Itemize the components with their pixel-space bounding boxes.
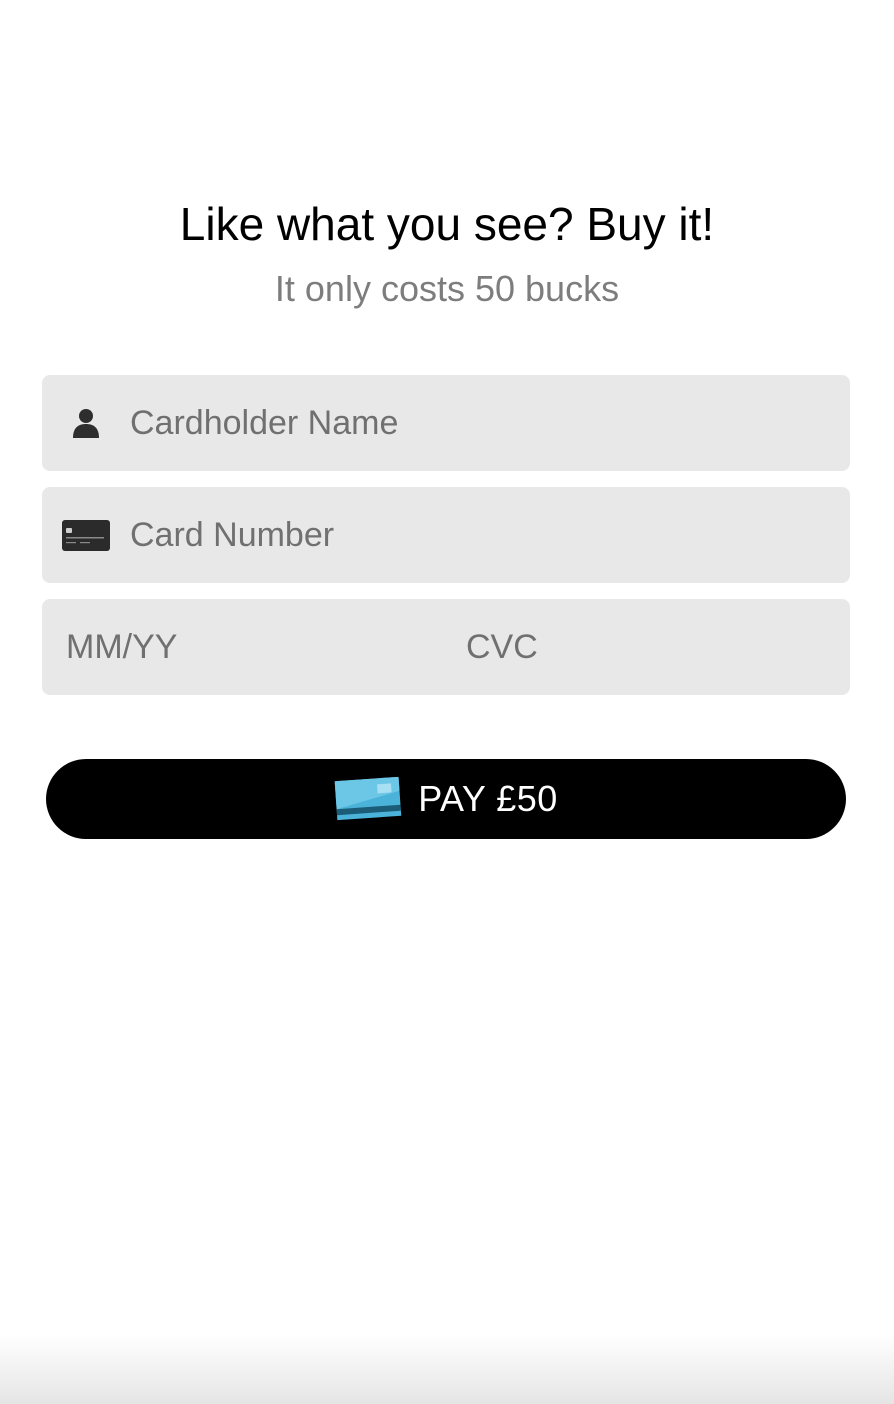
checkout-page: Like what you see? Buy it! It only costs… [0,0,894,1404]
credit-card-icon [334,776,402,821]
page-subtitle: It only costs 50 bucks [274,268,620,309]
cardholder-name-field[interactable] [42,375,850,471]
pay-button[interactable]: PAY £50 [46,759,846,839]
card-number-field[interactable] [42,487,850,583]
credit-card-icon [62,520,110,551]
cvc-input[interactable] [466,599,826,695]
bottom-shadow [0,1334,894,1404]
pay-button-label: PAY £50 [418,778,558,819]
expiry-cvc-field [42,599,850,695]
page-title: Like what you see? Buy it! [179,198,715,250]
person-icon [73,409,99,438]
expiry-input[interactable] [66,599,426,695]
card-number-input[interactable] [130,487,830,583]
cardholder-name-input[interactable] [130,375,830,471]
